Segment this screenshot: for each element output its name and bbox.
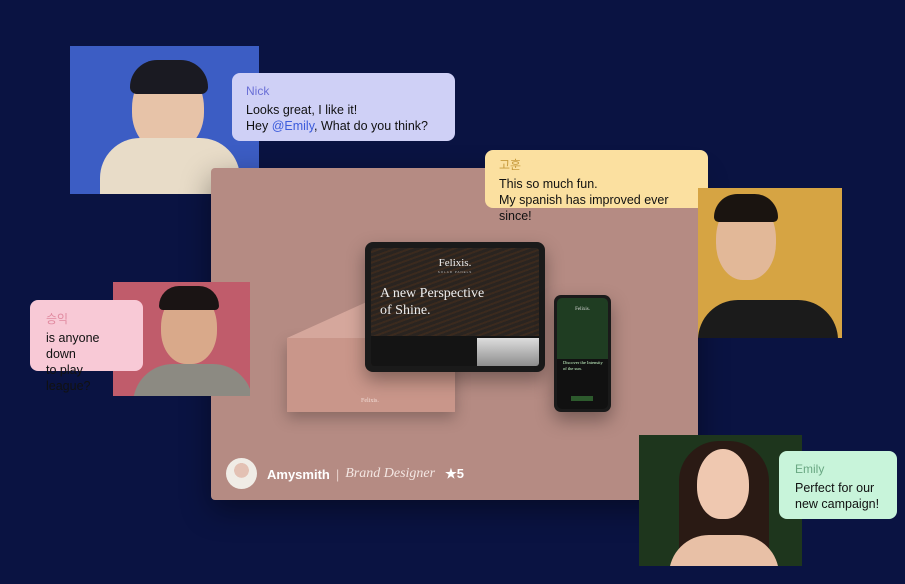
mention-link[interactable]: @Emily: [272, 119, 314, 133]
chat-bubble-emily: Emily Perfect for our new campaign!: [779, 451, 897, 519]
gohun-photo: [698, 188, 842, 338]
sender-name: Nick: [246, 84, 270, 98]
chat-bubble-seungik: 승익 is anyone down to play league?: [30, 300, 143, 393]
message-line: Hey @Emily, What do you think?: [246, 119, 428, 133]
tablet-headline: A new Perspective of Shine.: [380, 286, 485, 318]
phone-mockup: Felixis. Discover the Intensity of the s…: [554, 295, 611, 412]
tablet-mockup: Felixis. SOLAR PANELS A new Perspective o…: [365, 242, 545, 372]
message-line: Looks great, I like it!: [246, 103, 358, 117]
author-name[interactable]: Amysmith: [267, 467, 330, 482]
chat-bubble-gohun: 고훈 This so much fun. My spanish has impro…: [485, 150, 708, 223]
author-role: Brand Designer: [345, 466, 436, 481]
author-avatar[interactable]: [226, 458, 257, 489]
chat-bubble-nick: Nick Looks great, I like it! Hey @Emily,…: [232, 73, 455, 141]
rating: ★5: [445, 466, 464, 481]
emily-photo: [639, 435, 802, 566]
